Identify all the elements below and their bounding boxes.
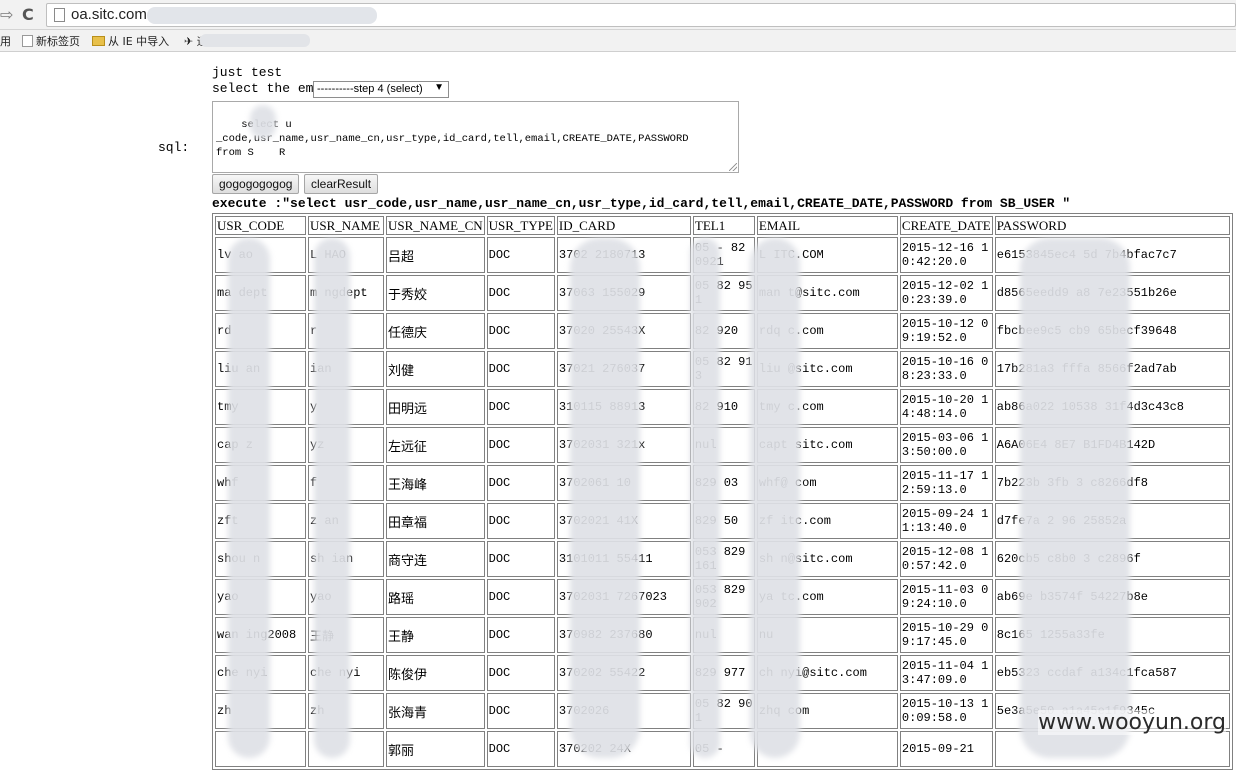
table-cell: DOC xyxy=(486,655,555,691)
back-arrow-icon[interactable]: ⇨ xyxy=(0,5,13,24)
bookmark-redaction xyxy=(200,34,310,47)
select-label: select the em xyxy=(212,81,314,96)
table-cell: DOC xyxy=(486,731,555,767)
redaction-blur xyxy=(1020,238,1130,758)
table-cell: 2015-03-06 13:50:00.0 xyxy=(899,427,993,463)
clear-result-button[interactable]: clearResult xyxy=(304,174,379,194)
table-cell: 2015-10-12 09:19:52.0 xyxy=(899,313,993,349)
table-cell: 2015-11-17 12:59:13.0 xyxy=(899,465,993,501)
table-cell: 田明远 xyxy=(386,389,485,425)
sql-label: sql: xyxy=(158,140,190,155)
table-cell: 路瑶 xyxy=(386,579,485,615)
table-cell: DOC xyxy=(486,617,555,653)
table-cell: 2015-11-03 09:24:10.0 xyxy=(899,579,993,615)
table-cell: 2015-10-20 14:48:14.0 xyxy=(899,389,993,425)
table-cell: 吕超 xyxy=(386,237,485,273)
table-cell: 2015-10-13 10:09:58.0 xyxy=(899,693,993,729)
bookmark-new-tab[interactable]: 新标签页 xyxy=(22,33,80,49)
sql-redaction xyxy=(250,105,276,139)
table-cell: DOC xyxy=(486,275,555,311)
table-cell: 田章福 xyxy=(386,503,485,539)
address-bar[interactable]: oa.sitc.com xyxy=(46,3,1236,27)
table-cell: 商守连 xyxy=(386,541,485,577)
redaction-blur xyxy=(750,238,800,758)
table-cell: DOC xyxy=(486,427,555,463)
resize-grip-icon[interactable] xyxy=(729,163,737,171)
table-cell: 2015-11-04 13:47:09.0 xyxy=(899,655,993,691)
column-header: ID_CARD xyxy=(556,216,691,235)
execute-statement: execute :"select usr_code,usr_name,usr_n… xyxy=(212,196,1071,211)
table-cell: DOC xyxy=(486,465,555,501)
column-header: USR_TYPE xyxy=(486,216,555,235)
table-cell: 王海峰 xyxy=(386,465,485,501)
reload-icon[interactable]: C xyxy=(22,5,34,24)
url-text: oa.sitc.com xyxy=(71,6,147,23)
page-icon xyxy=(22,35,33,47)
chevron-down-icon: ▼ xyxy=(434,82,444,93)
redaction-blur xyxy=(690,238,720,758)
table-cell: 2015-12-08 10:57:42.0 xyxy=(899,541,993,577)
table-cell: 于秀姣 xyxy=(386,275,485,311)
table-cell: 2015-09-21 xyxy=(899,731,993,767)
bookmark-apps[interactable]: 用 xyxy=(0,33,11,49)
bookmarks-bar: 用 新标签页 从 IE 中导入 ✈ 迎 xyxy=(0,30,1236,52)
table-cell: 郭丽 xyxy=(386,731,485,767)
page-title: just test xyxy=(212,65,283,80)
table-cell: 王静 xyxy=(386,617,485,653)
table-cell: 2015-12-02 10:23:39.0 xyxy=(899,275,993,311)
table-cell: 任德庆 xyxy=(386,313,485,349)
column-header: USR_NAME xyxy=(308,216,384,235)
table-cell: DOC xyxy=(486,579,555,615)
table-cell: 张海青 xyxy=(386,693,485,729)
bookmark-import-ie[interactable]: 从 IE 中导入 xyxy=(92,33,169,49)
table-cell: 2015-10-29 09:17:45.0 xyxy=(899,617,993,653)
redaction-blur xyxy=(314,238,350,758)
sql-text: select u _code,usr_name,usr_name_cn,usr_… xyxy=(216,119,689,159)
page-icon xyxy=(54,8,65,22)
column-header: USR_CODE xyxy=(215,216,306,235)
table-cell: 2015-09-24 11:13:40.0 xyxy=(899,503,993,539)
column-header: PASSWORD xyxy=(994,216,1230,235)
table-cell: 刘健 xyxy=(386,351,485,387)
step-select[interactable]: ----------step 4 (select) ▼ xyxy=(313,81,449,98)
browser-toolbar: ⇨ C oa.sitc.com xyxy=(0,0,1236,30)
table-cell: DOC xyxy=(486,237,555,273)
table-cell: 2015-12-16 10:42:20.0 xyxy=(899,237,993,273)
table-cell: 陈俊伊 xyxy=(386,655,485,691)
watermark: www.wooyun.org xyxy=(1038,710,1226,735)
page-content: just test select the em ----------step 4… xyxy=(0,53,1236,770)
folder-icon xyxy=(92,36,105,46)
table-cell: DOC xyxy=(486,541,555,577)
table-cell: DOC xyxy=(486,389,555,425)
sql-textarea[interactable]: select u _code,usr_name,usr_name_cn,usr_… xyxy=(212,101,739,173)
column-header: TEL1 xyxy=(692,216,755,235)
go-button[interactable]: gogogogogog xyxy=(212,174,300,194)
column-header: EMAIL xyxy=(756,216,898,235)
url-redaction xyxy=(147,7,377,24)
table-header-row: USR_CODE USR_NAME USR_NAME_CN USR_TYPE ID_CA… xyxy=(215,216,1230,235)
bookmark-label: 新标签页 xyxy=(36,35,80,48)
redaction-blur xyxy=(228,238,270,758)
table-cell: DOC xyxy=(486,351,555,387)
redaction-blur xyxy=(570,238,640,758)
table-cell: DOC xyxy=(486,503,555,539)
column-header: CREATE_DATE xyxy=(899,216,993,235)
step-select-value: ----------step 4 (select) xyxy=(317,83,423,95)
table-cell: 左远征 xyxy=(386,427,485,463)
table-cell: 2015-10-16 08:23:33.0 xyxy=(899,351,993,387)
table-cell: DOC xyxy=(486,693,555,729)
column-header: USR_NAME_CN xyxy=(386,216,485,235)
table-cell: DOC xyxy=(486,313,555,349)
bookmark-label: 从 IE 中导入 xyxy=(108,35,170,48)
